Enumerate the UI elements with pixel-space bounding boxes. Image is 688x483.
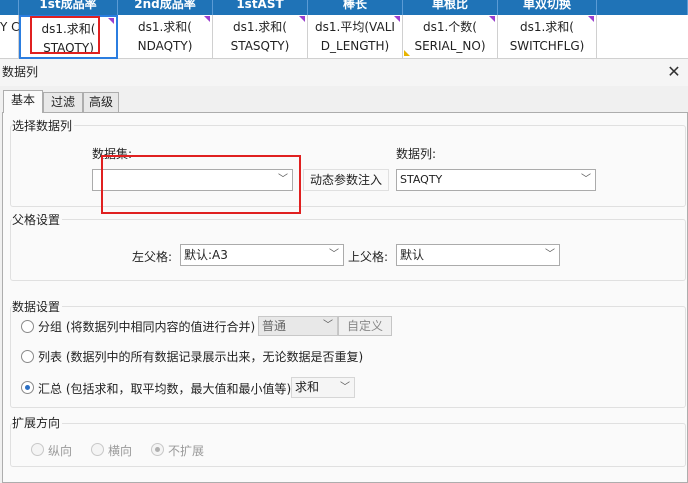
cell-marker-icon bbox=[394, 16, 400, 22]
cell-text: ds1.求和( bbox=[137, 20, 192, 34]
cell-text: ds1.求和( bbox=[232, 20, 287, 34]
data-settings-legend: 数据设置 bbox=[12, 298, 63, 315]
left-parent-select[interactable]: 默认:A3 ﹀ bbox=[180, 244, 344, 266]
summary-radio-label[interactable]: 汇总 (包括求和，取平均数，最大值和最小值等) bbox=[38, 380, 291, 397]
left-parent-value: 默认:A3 bbox=[184, 248, 228, 262]
top-parent-label: 上父格: bbox=[348, 250, 389, 264]
select-column-legend: 选择数据列 bbox=[12, 117, 75, 134]
top-parent-select[interactable]: 默认 ﹀ bbox=[396, 244, 560, 266]
horizontal-radio[interactable] bbox=[91, 443, 104, 456]
cell-empty[interactable] bbox=[597, 15, 688, 59]
column-header-first-ast[interactable]: 1stAST bbox=[213, 0, 308, 15]
column-header-second-yield[interactable]: 2nd成品率 bbox=[118, 0, 213, 15]
cell-text: SERIAL_NO) bbox=[414, 39, 486, 53]
column-header-switch[interactable]: 单双切换 bbox=[498, 0, 597, 15]
cell-marker-icon bbox=[299, 16, 305, 22]
parent-settings-legend: 父格设置 bbox=[12, 211, 63, 228]
cell-text: NDAQTY) bbox=[137, 39, 193, 53]
horizontal-radio-label[interactable]: 横向 bbox=[108, 442, 132, 459]
list-radio-label[interactable]: 列表 (数据列中的所有数据记录展示出来，无论数据是否重复) bbox=[38, 348, 363, 365]
column-header-rod-length[interactable]: 棒长 bbox=[308, 0, 403, 15]
cell-text: D_LENGTH) bbox=[320, 39, 390, 53]
cell-text: Y C bbox=[0, 20, 20, 34]
dynamic-param-button[interactable]: 动态参数注入 bbox=[303, 169, 389, 191]
group-radio[interactable] bbox=[21, 320, 34, 333]
column-header-a[interactable] bbox=[0, 0, 19, 15]
chevron-down-icon[interactable]: ﹀ bbox=[325, 245, 343, 265]
list-radio[interactable] bbox=[21, 350, 34, 363]
chevron-down-icon[interactable]: ﹀ bbox=[577, 170, 595, 190]
cell-switchflg[interactable]: ds1.求和( SWITCHFLG) bbox=[498, 15, 597, 59]
spreadsheet-area: 1st成品率 2nd成品率 1stAST 棒长 单根比 单双切换 Y C ds1… bbox=[0, 0, 688, 59]
summary-func-value: 求和 bbox=[295, 380, 320, 394]
cell-valid-length[interactable]: ds1.平均(VALI D_LENGTH) bbox=[308, 15, 403, 59]
chevron-down-icon[interactable]: ﹀ bbox=[336, 378, 354, 397]
highlight-box-cell bbox=[30, 16, 100, 54]
cell-stasqty[interactable]: ds1.求和( STASQTY) bbox=[213, 15, 308, 59]
top-parent-value: 默认 bbox=[400, 248, 425, 262]
cell-text: SWITCHFLG) bbox=[509, 39, 585, 53]
chevron-down-icon[interactable]: ﹀ bbox=[319, 317, 337, 335]
dialog-title: 数据列 bbox=[0, 59, 688, 86]
vertical-radio[interactable] bbox=[31, 443, 44, 456]
chevron-down-icon[interactable]: ﹀ bbox=[541, 245, 559, 265]
cell-text: ds1.平均(VALI bbox=[315, 20, 395, 34]
cell-text: ds1.个数( bbox=[422, 20, 477, 34]
left-parent-label: 左父格: bbox=[132, 250, 173, 264]
cell-a[interactable]: Y C bbox=[0, 15, 20, 59]
cell-text: ds1.求和( bbox=[519, 20, 574, 34]
cell-text: STASQTY) bbox=[230, 39, 290, 53]
cell-marker-icon bbox=[108, 18, 114, 24]
expand-direction-legend: 扩展方向 bbox=[12, 414, 63, 431]
no-expand-radio[interactable] bbox=[151, 443, 164, 456]
cell-ndaqty[interactable]: ds1.求和( NDAQTY) bbox=[118, 15, 213, 59]
no-expand-radio-label[interactable]: 不扩展 bbox=[168, 442, 204, 459]
vertical-radio-label[interactable]: 纵向 bbox=[48, 442, 72, 459]
tab-filter[interactable]: 过滤 bbox=[43, 92, 83, 112]
group-radio-label[interactable]: 分组 (将数据列中相同内容的值进行合并) bbox=[38, 318, 255, 335]
column-header-single-ratio[interactable]: 单根比 bbox=[403, 0, 498, 15]
group-mode-value: 普通 bbox=[262, 319, 287, 333]
column-header-first-yield[interactable]: 1st成品率 bbox=[19, 0, 118, 15]
tab-basic[interactable]: 基本 bbox=[3, 90, 43, 113]
custom-button[interactable]: 自定义 bbox=[338, 316, 392, 336]
cell-marker-icon bbox=[588, 16, 594, 22]
summary-func-select[interactable]: 求和 ﹀ bbox=[291, 377, 355, 398]
highlight-box-dataset bbox=[101, 155, 301, 214]
group-mode-select[interactable]: 普通 ﹀ bbox=[258, 316, 338, 336]
cell-warning-marker-icon bbox=[404, 50, 410, 56]
column-label: 数据列: bbox=[396, 147, 437, 161]
summary-radio[interactable] bbox=[21, 381, 34, 394]
column-select[interactable]: STAQTY ﹀ bbox=[396, 169, 596, 191]
column-value: STAQTY bbox=[400, 173, 443, 186]
tab-advanced[interactable]: 高级 bbox=[83, 92, 119, 112]
cell-serial-no[interactable]: ds1.个数( SERIAL_NO) bbox=[403, 15, 498, 59]
cell-marker-icon bbox=[489, 16, 495, 22]
cell-marker-icon bbox=[204, 16, 210, 22]
column-header-empty[interactable] bbox=[597, 0, 688, 15]
close-icon[interactable]: ✕ bbox=[666, 64, 682, 80]
